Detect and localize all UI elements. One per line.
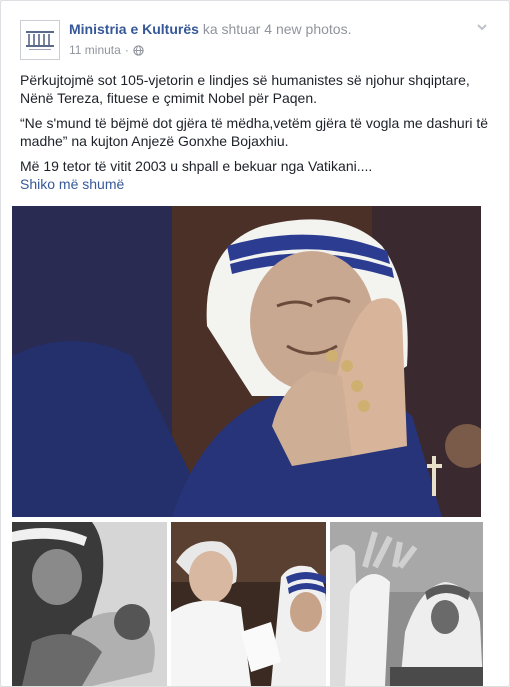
see-more-link[interactable]: Shiko më shumë bbox=[20, 176, 124, 192]
page-avatar[interactable] bbox=[20, 20, 60, 60]
post-meta: 11 minuta · bbox=[69, 43, 144, 57]
post-paragraph-3: Më 19 tetor të vitit 2003 u shpall e bek… bbox=[20, 158, 373, 174]
photo-waving[interactable] bbox=[330, 522, 483, 686]
post-paragraph-1: Përkujtojmë sot 105-vjetorin e lindjes s… bbox=[20, 72, 470, 106]
ministry-logo-icon bbox=[26, 31, 54, 50]
author-line: Ministria e Kulturës ka shtuar 4 new pho… bbox=[69, 21, 351, 37]
photo-pope[interactable] bbox=[171, 522, 326, 686]
post-action-text: ka shtuar 4 new photos. bbox=[202, 21, 352, 37]
photo-main[interactable] bbox=[12, 206, 481, 517]
globe-icon[interactable] bbox=[133, 44, 144, 56]
timestamp-link[interactable]: 11 minuta bbox=[69, 43, 121, 57]
post-text: Përkujtojmë sot 105-vjetorin e lindjes s… bbox=[20, 71, 495, 193]
post-paragraph-2: “Ne s'mund të bëjmë dot gjëra të mëdha,v… bbox=[20, 115, 489, 149]
post-card: Ministria e Kulturës ka shtuar 4 new pho… bbox=[0, 0, 510, 687]
post-header: Ministria e Kulturës ka shtuar 4 new pho… bbox=[12, 12, 498, 62]
meta-separator: · bbox=[124, 43, 129, 57]
chevron-down-icon[interactable] bbox=[475, 20, 489, 34]
photo-child[interactable] bbox=[12, 522, 167, 686]
author-link[interactable]: Ministria e Kulturës bbox=[69, 21, 199, 37]
